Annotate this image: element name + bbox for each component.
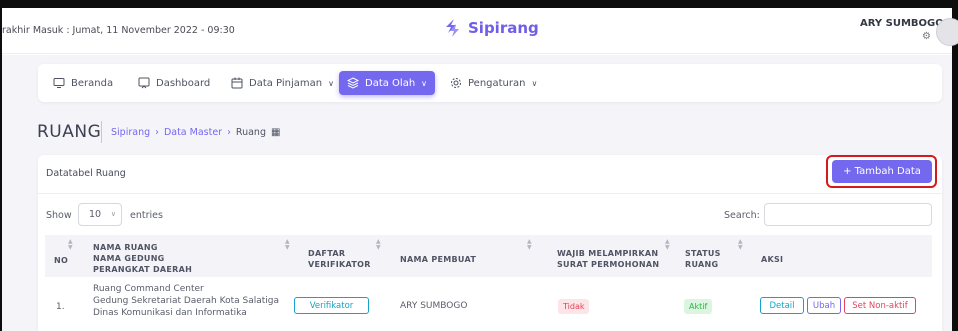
breadcrumb-separator-icon: › — [227, 127, 231, 138]
monitor-icon — [53, 78, 65, 88]
cell-perangkat-daerah: Dinas Komunikasi dan Informatika — [93, 308, 247, 318]
header-line: VERIFIKATOR — [308, 260, 371, 269]
chevron-down-icon: ∨ — [531, 78, 538, 88]
chevron-down-icon: ∨ — [328, 78, 334, 88]
header-line: NAMA GEDUNG — [93, 254, 165, 263]
status-badge-wajib: Tidak — [558, 299, 590, 314]
column-header-verifikator[interactable]: DAFTAR VERIFIKATOR — [308, 248, 371, 270]
card-title: Datatabel Ruang — [46, 168, 126, 179]
page-title: RUANG — [37, 122, 102, 142]
nav-label: Pengaturan — [468, 77, 526, 89]
edit-button[interactable]: Ubah — [807, 297, 841, 314]
chevron-down-icon: ∨ — [421, 78, 428, 88]
add-data-button[interactable]: + Tambah Data — [832, 160, 932, 183]
entries-select[interactable]: 10 ∨ — [78, 203, 122, 226]
header-line: PERANGKAT DAERAH — [93, 265, 193, 274]
nav-label: Data Olah — [365, 77, 416, 89]
breadcrumb: Sipirang › Data Master › Ruang ▦ — [111, 127, 280, 138]
datatable-card: Datatabel Ruang + Tambah Data Show 10 ∨ … — [38, 155, 942, 331]
brand[interactable]: Sipirang — [442, 18, 539, 38]
screen-frame-right — [952, 0, 958, 331]
search-label: Search: — [724, 210, 760, 221]
verifikator-button[interactable]: Verifikator — [294, 297, 369, 314]
cell-no: 1. — [56, 302, 65, 312]
column-header-pembuat[interactable]: NAMA PEMBUAT — [400, 254, 476, 265]
sort-icon[interactable]: ▲ ▼ — [285, 239, 290, 251]
column-header-aksi: AKSI — [761, 255, 784, 264]
sipirang-logo-icon — [446, 19, 459, 37]
nav-item-data-pinjaman[interactable]: Data Pinjaman ∨ — [223, 71, 342, 95]
nav-item-pengaturan[interactable]: Pengaturan ∨ — [442, 71, 545, 95]
sort-icon[interactable]: ▲ ▼ — [376, 239, 381, 251]
column-header-status[interactable]: STATUS RUANG — [685, 248, 721, 270]
nav-item-beranda[interactable]: Beranda — [45, 71, 121, 95]
chevron-down-icon: ∨ — [110, 210, 116, 218]
breadcrumb-item-data-master[interactable]: Data Master — [164, 127, 222, 138]
screen-frame-top — [0, 0, 958, 8]
calendar-icon — [231, 77, 243, 89]
header-line: NAMA RUANG — [93, 243, 158, 252]
sort-icon[interactable]: ▲ ▼ — [665, 239, 670, 251]
entries-value: 10 — [89, 209, 102, 220]
status-badge-aktif: Aktif — [684, 299, 713, 314]
column-header-no[interactable]: NO — [54, 255, 68, 266]
gear-icon — [451, 78, 461, 88]
table-header: ▲ ▼ NO NAMA RUANG NAMA GEDUNG PERANGKAT D… — [45, 235, 932, 277]
sort-icon[interactable]: ▲ ▼ — [68, 239, 73, 251]
detail-button[interactable]: Detail — [760, 297, 804, 314]
sort-icon[interactable]: ▲ ▼ — [527, 239, 532, 251]
nav-item-data-olah[interactable]: Data Olah ∨ — [339, 71, 436, 95]
sort-icon[interactable]: ▲ ▼ — [738, 239, 743, 251]
set-non-aktif-button[interactable]: Set Non-aktif — [844, 297, 916, 314]
top-bar: rakhir Masuk : Jumat, 11 November 2022 -… — [2, 8, 958, 54]
search-input[interactable] — [764, 203, 932, 226]
nav-item-dashboard[interactable]: Dashboard — [130, 71, 218, 95]
cell-pembuat: ARY SUMBOGO — [400, 301, 468, 311]
dashboard-icon — [138, 77, 150, 89]
cell-nama-ruang: Ruang Command Center — [93, 284, 204, 294]
nav-label: Dashboard — [156, 77, 211, 89]
main-navbar: Beranda Dashboard Data Pinjaman ∨ Data O… — [38, 64, 942, 102]
user-name[interactable]: ARY SUMBOGO — [860, 18, 944, 29]
layers-icon — [347, 77, 359, 89]
header-line: SURAT PERMOHONAN — [557, 260, 660, 269]
show-label: Show — [46, 210, 72, 221]
last-login-text: rakhir Masuk : Jumat, 11 November 2022 -… — [2, 25, 235, 36]
breadcrumb-separator-icon: › — [155, 127, 159, 138]
card-divider — [38, 193, 942, 194]
user-settings-icon[interactable]: ⚙ — [922, 32, 931, 42]
nav-label: Beranda — [71, 77, 114, 89]
cell-nama-gedung: Gedung Sekretariat Daerah Kota Salatiga — [93, 296, 279, 306]
entries-label: entries — [130, 210, 163, 221]
brand-name: Sipirang — [468, 19, 539, 37]
header-line: WAJIB MELAMPIRKAN — [557, 249, 659, 258]
title-divider — [101, 121, 102, 143]
nav-label: Data Pinjaman — [249, 77, 323, 89]
column-header-nama-ruang[interactable]: NAMA RUANG NAMA GEDUNG PERANGKAT DAERAH — [93, 242, 192, 275]
column-header-wajib[interactable]: WAJIB MELAMPIRKAN SURAT PERMOHONAN — [557, 248, 659, 270]
breadcrumb-item-sipirang[interactable]: Sipirang — [111, 127, 150, 138]
header-line: RUANG — [685, 260, 719, 269]
header-line: DAFTAR — [308, 249, 346, 258]
avatar[interactable] — [936, 18, 958, 46]
breadcrumb-item-ruang: Ruang — [235, 127, 266, 138]
grid-icon: ▦ — [270, 127, 281, 138]
header-line: STATUS — [685, 249, 721, 258]
